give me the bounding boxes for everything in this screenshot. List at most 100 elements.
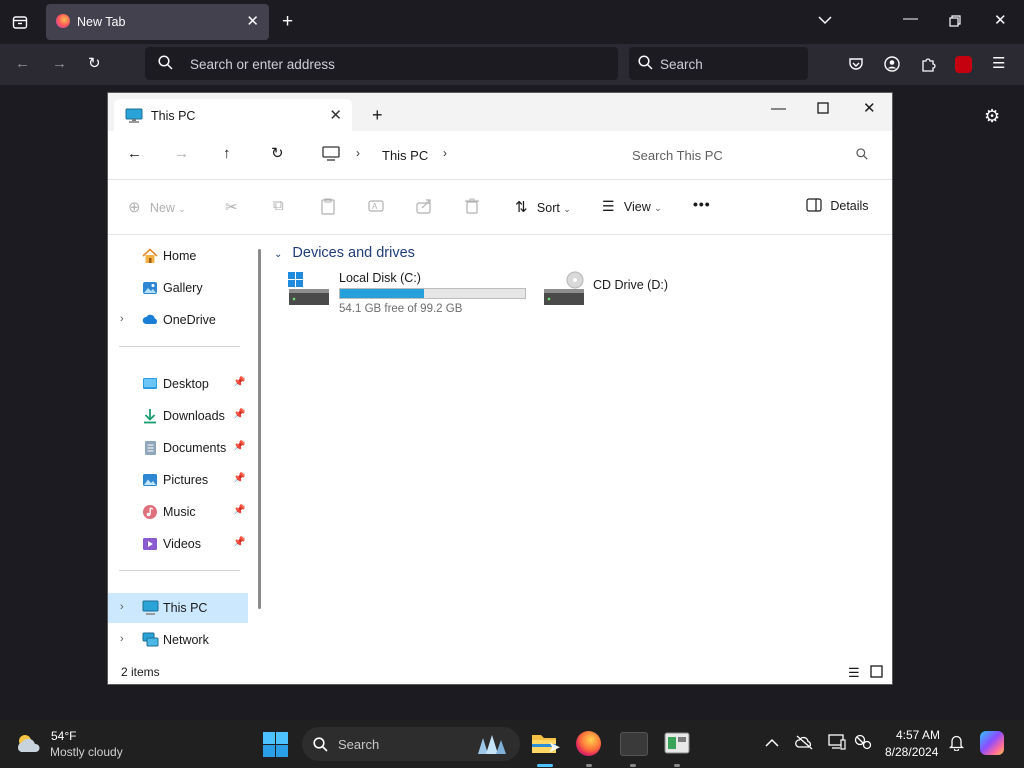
back-icon[interactable]: ←: [15, 56, 30, 71]
view-button[interactable]: ☰ View ⌄: [602, 198, 662, 215]
forward-icon[interactable]: →: [174, 145, 189, 162]
pin-icon[interactable]: 📌: [233, 473, 245, 484]
copy-icon[interactable]: ⧉: [273, 197, 284, 214]
browser-search-box[interactable]: Search: [629, 47, 808, 80]
cd-drive-icon: [542, 271, 586, 310]
pocket-icon[interactable]: [848, 56, 864, 75]
new-button-label: New: [149, 201, 175, 215]
accessibility-icon[interactable]: [854, 734, 872, 753]
breadcrumb-this-pc[interactable]: This PC: [382, 148, 428, 163]
chevron-up-icon[interactable]: [765, 735, 779, 751]
view-button-label: View: [623, 200, 651, 214]
nav-item-desktop[interactable]: Desktop 📌: [108, 369, 248, 399]
weather-widget[interactable]: 54°F Mostly cloudy: [14, 728, 154, 762]
ublock-origin-icon[interactable]: [955, 56, 972, 73]
rename-icon[interactable]: A: [368, 198, 384, 217]
list-all-tabs-icon[interactable]: [818, 13, 832, 28]
chevron-right-icon[interactable]: ›: [120, 601, 124, 613]
nav-item-pictures[interactable]: Pictures 📌: [108, 465, 248, 495]
close-tab-icon[interactable]: ✕: [329, 106, 342, 124]
clock-date[interactable]: 8/28/2024: [885, 745, 938, 759]
explorer-title-bar: This PC ✕ + — ✕: [108, 93, 892, 131]
share-icon[interactable]: [416, 198, 432, 217]
explorer-search-box[interactable]: Search This PC: [620, 138, 882, 170]
nav-item-videos[interactable]: Videos 📌: [108, 529, 248, 559]
videos-icon: [142, 536, 158, 552]
pin-icon[interactable]: 📌: [233, 505, 245, 516]
nav-item-gallery[interactable]: Gallery: [108, 273, 248, 303]
new-tab-icon[interactable]: +: [372, 105, 383, 126]
nav-item-home[interactable]: Home: [108, 241, 248, 271]
up-icon[interactable]: ↑: [223, 145, 231, 162]
delete-icon[interactable]: [465, 198, 479, 217]
app-window-taskbar-icon[interactable]: [664, 732, 690, 757]
chevron-right-icon[interactable]: ›: [120, 313, 124, 325]
url-bar[interactable]: Search or enter address: [145, 47, 618, 80]
details-view-icon[interactable]: ☰: [848, 665, 860, 681]
new-button[interactable]: ⊕ New ⌄: [128, 198, 186, 216]
sort-button[interactable]: ⇅ Sort ⌄: [515, 198, 571, 216]
file-explorer-window: This PC ✕ + — ✕ ← → ↑ ↻ › This PC › Sear…: [108, 93, 892, 684]
firefox-taskbar-icon[interactable]: [576, 731, 601, 756]
explorer-tab[interactable]: This PC ✕: [114, 99, 352, 131]
chevron-right-icon[interactable]: ›: [120, 633, 124, 645]
pin-icon[interactable]: 📌: [233, 537, 245, 548]
minimize-icon[interactable]: —: [903, 11, 918, 26]
nav-item-label: Documents: [163, 441, 227, 455]
display-icon[interactable]: [828, 734, 846, 753]
drive-tile-c[interactable]: Local Disk (C:) 54.1 GB free of 99.2 GB: [287, 271, 537, 319]
sort-icon: ⇅: [515, 199, 528, 216]
extensions-icon[interactable]: [920, 56, 936, 75]
nav-item-this-pc[interactable]: › This PC: [108, 593, 248, 623]
documents-icon: [142, 440, 158, 456]
navigation-pane-scrollbar[interactable]: [255, 235, 263, 660]
taskbar-search-box[interactable]: Search: [302, 727, 520, 761]
see-more-button[interactable]: •••: [693, 196, 711, 212]
maximize-icon[interactable]: [817, 101, 829, 118]
this-pc-icon: [142, 600, 159, 616]
notification-bell-icon[interactable]: [948, 734, 965, 754]
account-icon[interactable]: [884, 56, 900, 75]
gear-icon[interactable]: ⚙: [984, 107, 1000, 125]
back-icon[interactable]: ←: [127, 145, 142, 162]
restore-icon[interactable]: [949, 15, 961, 30]
cut-icon[interactable]: ✂: [225, 198, 238, 216]
details-button[interactable]: Details: [806, 198, 869, 213]
pin-icon[interactable]: 📌: [233, 409, 245, 420]
running-app-indicator: [630, 764, 636, 767]
close-tab-icon[interactable]: ✕: [246, 12, 259, 30]
copilot-icon[interactable]: [980, 731, 1004, 755]
refresh-icon[interactable]: ↻: [271, 144, 284, 162]
windows-start-icon[interactable]: [263, 732, 288, 760]
app-menu-icon[interactable]: ☰: [992, 56, 1005, 71]
address-bar[interactable]: › This PC ›: [311, 138, 606, 170]
nav-item-label: Home: [163, 249, 197, 263]
details-pane-icon: [806, 198, 825, 213]
forward-icon[interactable]: →: [52, 56, 67, 71]
minimize-icon[interactable]: —: [771, 100, 786, 117]
nav-item-onedrive[interactable]: › OneDrive: [108, 305, 248, 335]
new-tab-icon[interactable]: +: [282, 12, 293, 31]
nav-item-music[interactable]: Music 📌: [108, 497, 248, 527]
reload-icon[interactable]: ↻: [88, 56, 101, 71]
close-window-icon[interactable]: ✕: [994, 13, 1007, 28]
paste-icon[interactable]: [321, 198, 335, 218]
group-header[interactable]: ⌄ Devices and drives: [274, 245, 415, 261]
browser-tab[interactable]: New Tab ✕: [46, 4, 269, 40]
tiles-view-icon[interactable]: [870, 665, 883, 681]
drive-name: CD Drive (D:): [593, 278, 668, 292]
scrollbar-thumb[interactable]: [258, 249, 261, 609]
breadcrumb-chevron-icon[interactable]: ›: [443, 146, 447, 160]
pin-icon[interactable]: 📌: [233, 377, 245, 388]
nav-item-downloads[interactable]: Downloads 📌: [108, 401, 248, 431]
drive-usage-bar: [339, 288, 526, 299]
nav-item-network[interactable]: › Network: [108, 625, 248, 655]
nav-item-documents[interactable]: Documents 📌: [108, 433, 248, 463]
pin-icon[interactable]: 📌: [233, 441, 245, 452]
tab-list-icon[interactable]: [12, 14, 28, 33]
terminal-taskbar-icon[interactable]: [620, 732, 648, 756]
drive-tile-d[interactable]: CD Drive (D:): [542, 271, 742, 319]
close-window-icon[interactable]: ✕: [863, 99, 876, 117]
onedrive-offline-icon[interactable]: [795, 734, 814, 753]
clock-time[interactable]: 4:57 AM: [896, 728, 940, 742]
